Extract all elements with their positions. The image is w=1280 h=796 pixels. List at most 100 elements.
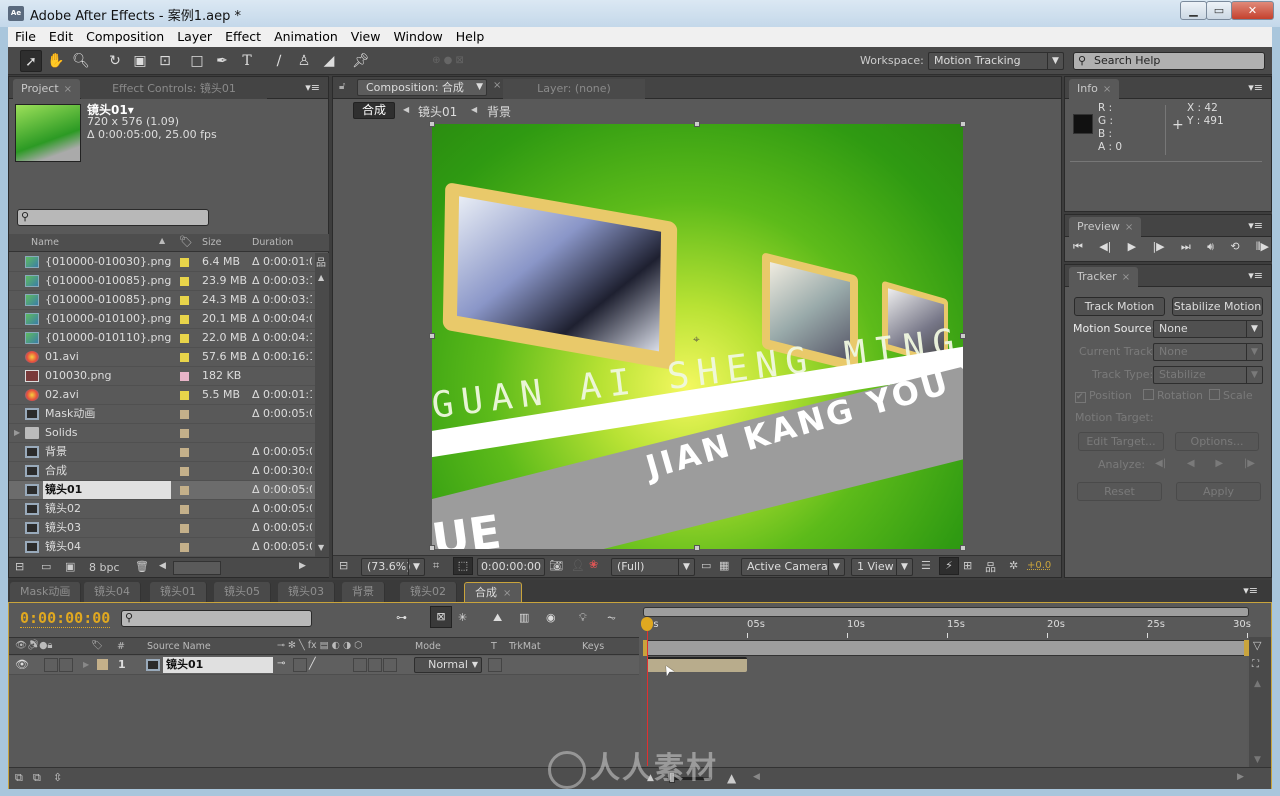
close-button[interactable]: ✕ xyxy=(1231,1,1274,20)
scale-checkbox[interactable]: Scale xyxy=(1209,389,1253,402)
tab-effect-controls[interactable]: Effect Controls: 镜头01 xyxy=(81,79,267,99)
playhead-handle[interactable] xyxy=(641,617,653,631)
label-color-swatch[interactable] xyxy=(180,296,189,305)
project-item[interactable]: 合成 Δ 0:00:30:0 xyxy=(9,462,315,481)
project-item[interactable]: Mask动画 Δ 0:00:05:0 xyxy=(9,405,315,424)
project-item[interactable]: 01.avi 57.6 MB Δ 0:00:16:1 xyxy=(9,348,315,367)
panel-menu-icon[interactable]: ▾≡ xyxy=(1248,269,1263,282)
pen-tool-icon[interactable]: ✒ xyxy=(211,50,233,72)
layer-handle[interactable] xyxy=(960,121,966,127)
timeline-tab[interactable]: Mask动画 xyxy=(10,582,82,602)
last-frame-icon[interactable]: ⏭ xyxy=(1181,240,1191,254)
lock-icon[interactable]: 🔓︎ xyxy=(339,81,345,92)
transparency-grid-icon[interactable]: ▦ xyxy=(719,559,729,572)
comp-marker-bin-icon[interactable]: ▽ xyxy=(1253,639,1261,652)
hand-tool-icon[interactable]: ✋ xyxy=(45,50,67,72)
layer-handle[interactable] xyxy=(429,121,435,127)
current-track-dropdown[interactable]: None ▼ xyxy=(1153,343,1263,361)
label-color-swatch[interactable] xyxy=(180,391,189,400)
position-checkbox[interactable]: ✔ Position xyxy=(1075,389,1132,403)
column-duration[interactable]: Duration xyxy=(252,237,293,248)
analyze-backward-icon[interactable]: ◀ xyxy=(1187,458,1195,469)
tab-tracker[interactable]: Tracker × xyxy=(1069,267,1139,287)
project-item[interactable]: 镜头02 Δ 0:00:05:0 xyxy=(9,500,315,519)
project-item[interactable]: {010000-010085}.png 23.9 MB Δ 0:00:03:1 xyxy=(9,272,315,291)
resolution-dropdown[interactable]: (Full) ▼ xyxy=(611,558,695,576)
live-update-icon[interactable]: ⊠ xyxy=(430,606,452,628)
rotation-tool-icon[interactable]: ↻ xyxy=(104,50,126,72)
layer-handle[interactable] xyxy=(429,333,435,339)
camera-view-dropdown[interactable]: Active Camera ▼ xyxy=(741,558,845,576)
close-icon[interactable]: × xyxy=(1103,84,1111,95)
delete-icon[interactable]: 🗑︎ xyxy=(135,560,149,573)
timeline-tab[interactable]: 镜头04 xyxy=(84,582,141,602)
label-color-swatch[interactable] xyxy=(180,486,189,495)
project-item[interactable]: {010000-010085}.png 24.3 MB Δ 0:00:03:1 xyxy=(9,291,315,310)
scroll-left-icon[interactable]: ◀ xyxy=(159,561,166,571)
new-composition-icon[interactable]: ▣ xyxy=(65,560,75,573)
camera-tool-icon[interactable]: ▣ xyxy=(129,50,151,72)
label-color-swatch[interactable] xyxy=(180,372,189,381)
hide-shy-layers-icon[interactable]: ⛰ xyxy=(493,611,502,625)
project-item[interactable]: 背景 Δ 0:00:05:0 xyxy=(9,443,315,462)
motion-source-dropdown[interactable]: None ▼ xyxy=(1153,320,1263,338)
safe-margins-icon[interactable]: ⌗ xyxy=(433,559,439,573)
menu-layer[interactable]: Layer xyxy=(170,27,218,44)
menu-view[interactable]: View xyxy=(344,27,387,44)
project-item[interactable]: 镜头04 Δ 0:00:05:0 xyxy=(9,538,315,557)
label-color-swatch[interactable] xyxy=(180,334,189,343)
chevron-down-icon[interactable]: ▼ xyxy=(476,80,483,95)
timeline-tab[interactable]: 镜头02 xyxy=(400,582,457,602)
close-icon[interactable]: × xyxy=(493,80,501,91)
lock-toggle[interactable] xyxy=(59,658,73,672)
new-folder-icon[interactable]: ▭ xyxy=(41,560,51,573)
graph-editor-icon[interactable]: ⏦ xyxy=(607,611,616,625)
panel-menu-icon[interactable]: ▾≡ xyxy=(1243,584,1258,597)
project-item[interactable]: ▶ Solids xyxy=(9,424,315,443)
work-area-bar[interactable] xyxy=(643,640,1249,656)
close-icon[interactable]: × xyxy=(64,84,72,95)
layer-handle[interactable] xyxy=(694,545,700,551)
audio-icon[interactable]: 🔊︎ xyxy=(1207,240,1214,254)
label-color-swatch[interactable] xyxy=(180,543,189,552)
layer-name[interactable]: 镜头01 xyxy=(163,657,273,673)
horizontal-scroll-thumb[interactable] xyxy=(173,561,221,575)
loop-icon[interactable]: ⟲ xyxy=(1230,240,1239,254)
label-color-swatch[interactable] xyxy=(180,353,189,362)
expand-in-out-icon[interactable]: ⇳ xyxy=(53,771,62,784)
minimize-button[interactable]: ▁ xyxy=(1180,1,1207,20)
collapse-switch[interactable] xyxy=(293,658,307,672)
scroll-up-icon[interactable]: ▲ xyxy=(318,273,324,282)
scroll-down-icon[interactable]: ▼ xyxy=(318,543,324,552)
reset-button[interactable]: Reset xyxy=(1077,482,1162,501)
scroll-left-icon[interactable]: ◀ xyxy=(753,772,760,782)
brainstorm-icon[interactable]: 💡︎ xyxy=(579,611,587,625)
type-tool-icon[interactable]: T xyxy=(236,50,258,72)
label-color-swatch[interactable] xyxy=(97,659,108,670)
eye-icon[interactable]: 👁︎ xyxy=(15,658,29,671)
project-item[interactable]: 镜头03 Δ 0:00:05:0 xyxy=(9,519,315,538)
analyze-backward-one-icon[interactable]: ◀| xyxy=(1155,458,1166,469)
rotation-checkbox[interactable]: Rotation xyxy=(1143,389,1203,402)
scroll-right-icon[interactable]: ▶ xyxy=(1237,772,1244,782)
breadcrumb-shot01[interactable]: 镜头01 xyxy=(418,103,457,120)
timeline-vertical-scrollbar[interactable]: ▽ ⛶ ▲ ▼ xyxy=(1249,637,1271,767)
motion-blur-switch[interactable] xyxy=(353,658,367,672)
time-navigator[interactable] xyxy=(643,607,1249,617)
label-color-swatch[interactable] xyxy=(180,315,189,324)
project-item[interactable]: {010000-010110}.png 22.0 MB Δ 0:00:04:1 xyxy=(9,329,315,348)
label-color-swatch[interactable] xyxy=(180,258,189,267)
menu-window[interactable]: Window xyxy=(386,27,448,44)
pan-behind-tool-icon[interactable]: ⊡ xyxy=(154,50,176,72)
layer-handle[interactable] xyxy=(960,333,966,339)
bit-depth[interactable]: 8 bpc xyxy=(89,561,120,574)
column-size[interactable]: Size xyxy=(202,237,222,248)
panel-menu-icon[interactable]: ▾≡ xyxy=(305,81,320,94)
timeline-current-time[interactable]: 0:00:00:00 xyxy=(20,609,111,628)
toggle-pixel-aspect-icon[interactable]: ☰ xyxy=(921,559,931,572)
frame-blending-icon[interactable]: ▥ xyxy=(519,611,529,624)
quality-switch-icon[interactable]: ╱ xyxy=(309,657,316,670)
exposure-value[interactable]: +0.0 xyxy=(1027,560,1051,571)
flowchart-icon[interactable]: 品 xyxy=(985,559,996,575)
label-color-swatch[interactable] xyxy=(180,524,189,533)
